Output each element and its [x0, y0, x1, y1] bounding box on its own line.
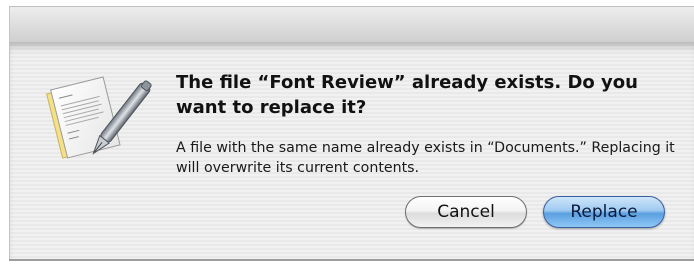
- screen: The file “Font Review” already exists. D…: [0, 0, 694, 265]
- textedit-document-icon: [44, 68, 156, 172]
- cancel-button[interactable]: Cancel: [405, 196, 527, 228]
- dialog-bottom-edge: [9, 259, 694, 261]
- dialog-message: A file with the same name already exists…: [176, 140, 675, 176]
- dialog-title: The file “Font Review” already exists. D…: [176, 72, 638, 118]
- window-toolbar: [9, 6, 694, 43]
- replace-button[interactable]: Replace: [543, 196, 665, 228]
